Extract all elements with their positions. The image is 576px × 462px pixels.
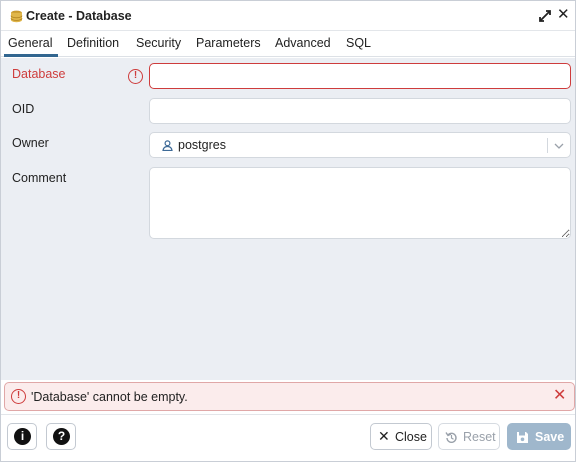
active-tab-indicator <box>4 54 58 57</box>
reset-button[interactable]: Reset <box>438 423 500 450</box>
error-message: 'Database' cannot be empty. <box>31 390 188 404</box>
database-label: Database <box>12 67 66 81</box>
dialog-title: Create - Database <box>26 9 132 23</box>
tab-general[interactable]: General <box>8 36 52 50</box>
save-icon <box>517 432 528 443</box>
owner-select[interactable]: postgres <box>149 132 571 158</box>
owner-label: Owner <box>12 136 49 150</box>
create-database-dialog: Create - Database ✕ General Definition S… <box>0 0 576 462</box>
select-separator <box>547 138 548 153</box>
error-banner: ! 'Database' cannot be empty. ✕ <box>4 382 575 411</box>
comment-label: Comment <box>12 171 67 185</box>
oid-label: OID <box>12 102 35 116</box>
oid-input[interactable] <box>149 98 571 124</box>
expand-icon[interactable] <box>538 9 552 23</box>
owner-value: postgres <box>178 138 226 152</box>
error-icon: ! <box>11 389 26 404</box>
chevron-down-icon[interactable] <box>554 141 564 151</box>
dialog-titlebar[interactable]: Create - Database ✕ <box>1 1 575 31</box>
tab-security[interactable]: Security <box>136 36 181 50</box>
save-button-label: Save <box>535 430 565 444</box>
reset-button-label: Reset <box>463 430 496 444</box>
error-icon: ! <box>128 69 143 84</box>
help-button[interactable]: ? <box>46 423 76 450</box>
user-icon <box>162 140 173 151</box>
close-button-label: Close <box>395 430 427 444</box>
database-icon <box>10 10 23 23</box>
tab-bar: General Definition Security Parameters A… <box>1 32 575 57</box>
save-button[interactable]: Save <box>507 423 571 450</box>
info-icon: i <box>14 428 31 445</box>
tab-definition[interactable]: Definition <box>67 36 119 50</box>
tab-parameters[interactable]: Parameters <box>196 36 261 50</box>
help-icon: ? <box>53 428 70 445</box>
comment-textarea[interactable] <box>149 167 571 239</box>
database-name-input[interactable] <box>149 63 571 89</box>
tab-sql[interactable]: SQL <box>346 36 371 50</box>
dialog-footer: i ? ✕ Close Reset Save <box>1 414 575 461</box>
close-icon: ✕ <box>378 428 390 444</box>
reset-icon <box>445 432 457 444</box>
close-icon[interactable]: ✕ <box>557 6 570 24</box>
tab-advanced[interactable]: Advanced <box>275 36 331 50</box>
dismiss-error-icon[interactable]: ✕ <box>553 387 566 405</box>
info-button[interactable]: i <box>7 423 37 450</box>
close-button[interactable]: ✕ Close <box>370 423 432 450</box>
